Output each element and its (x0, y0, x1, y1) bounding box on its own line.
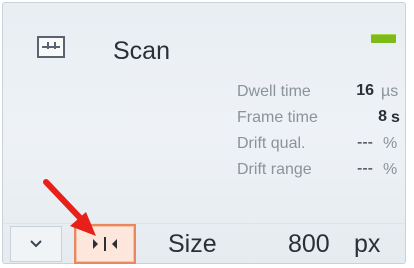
frame-time-value: 8 (378, 108, 387, 125)
chevron-down-icon (30, 240, 42, 248)
dwell-time-label: Dwell time (237, 83, 311, 100)
dwell-time-value: 16 (356, 82, 374, 99)
drift-range-label: Drift range (237, 161, 312, 178)
status-indicator (371, 34, 396, 43)
drift-quality-unit: % (383, 135, 398, 152)
divider (3, 223, 405, 224)
fit-size-button[interactable] (74, 224, 136, 264)
scan-icon (37, 36, 65, 58)
dwell-time-unit: µs (381, 83, 399, 100)
drift-quality-value: --- (357, 134, 373, 151)
drift-range-unit: % (383, 161, 398, 178)
size-label: Size (168, 230, 217, 258)
frame-time-label: Frame time (237, 109, 318, 126)
scan-panel: Scan Dwell time 16 µs Frame time 8 s Dri… (2, 2, 406, 264)
frame-time-unit: s (391, 109, 400, 126)
size-value[interactable]: 800 (288, 230, 330, 259)
expand-button[interactable] (10, 226, 62, 262)
size-unit: px (354, 230, 381, 258)
panel-title: Scan (113, 37, 170, 65)
drift-range-value: --- (357, 160, 373, 177)
drift-quality-label: Drift qual. (237, 135, 306, 152)
fit-width-icon (93, 237, 117, 251)
